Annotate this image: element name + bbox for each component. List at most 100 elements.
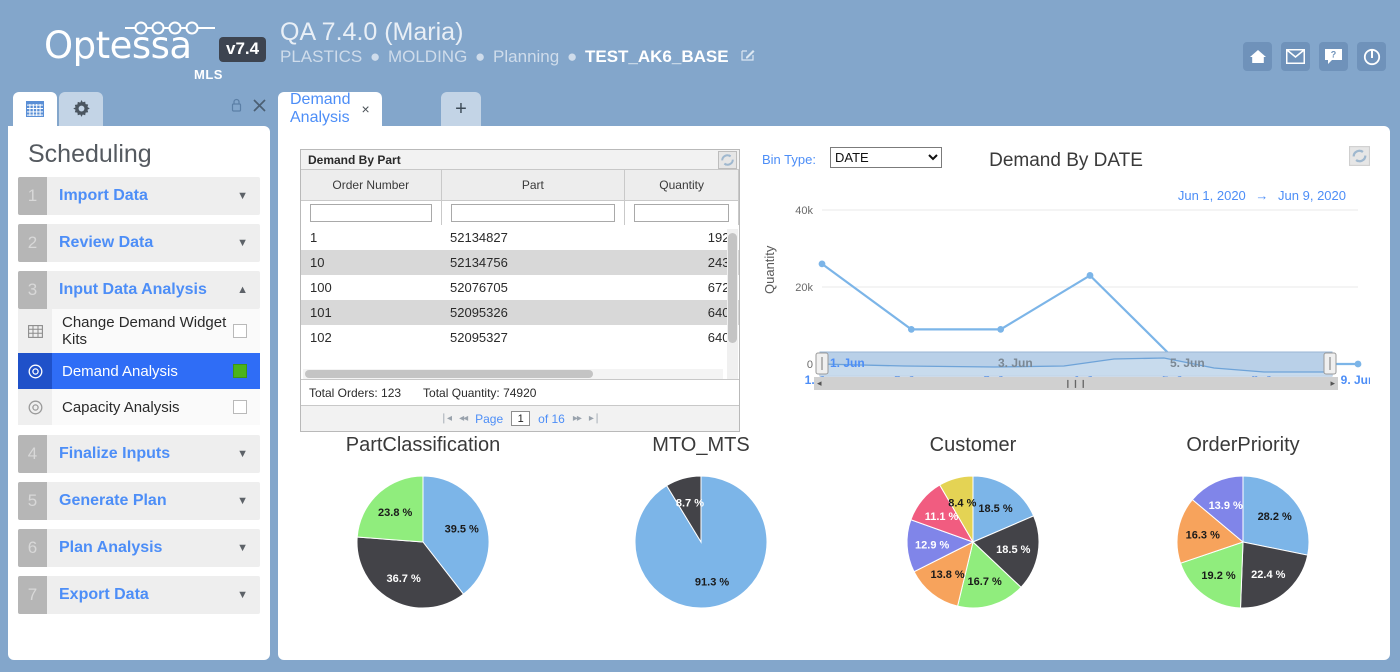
edit-scenario-icon[interactable]: [741, 49, 755, 65]
breadcrumb-item-scenario[interactable]: TEST_AK6_BASE: [585, 47, 729, 66]
step-number: 4: [18, 435, 47, 473]
sidebar-item-finalize-inputs[interactable]: 4 Finalize Inputs ▼: [18, 435, 260, 473]
power-icon[interactable]: [1357, 42, 1386, 71]
page-number-input[interactable]: [511, 411, 530, 426]
scroll-left-icon[interactable]: ◂: [817, 378, 822, 389]
sidebar-item-plan-analysis[interactable]: 6 Plan Analysis ▼: [18, 529, 260, 567]
next-page-icon[interactable]: ▸▸: [573, 413, 581, 424]
sidebar-item-generate-plan[interactable]: 5 Generate Plan ▼: [18, 482, 260, 520]
sidebar-item-change-demand-widget-kits[interactable]: Change Demand Widget Kits: [18, 309, 260, 353]
table-filter-row: [301, 200, 739, 225]
column-header-quantity[interactable]: Quantity: [625, 170, 739, 200]
breadcrumb-item-planning[interactable]: Planning: [493, 47, 559, 66]
range-to[interactable]: Jun 9, 2020: [1278, 188, 1346, 203]
close-icon[interactable]: ×: [361, 101, 369, 117]
sidebar-title: Scheduling: [18, 126, 260, 177]
status-checkbox[interactable]: [233, 400, 247, 414]
cell-quantity: 672: [625, 275, 739, 300]
pie-chart-row: PartClassification 39.5 %36.7 %23.8 % MT…: [278, 426, 1390, 660]
last-page-icon[interactable]: ▸❘: [589, 413, 600, 424]
step-number: 7: [18, 576, 47, 614]
tab-demand-analysis[interactable]: Demand Analysis ×: [278, 92, 382, 126]
svg-text:5. Jun: 5. Jun: [1170, 356, 1205, 370]
sidebar-sub-label: Capacity Analysis: [52, 399, 233, 416]
svg-text:13.8 %: 13.8 %: [930, 569, 964, 581]
help-icon[interactable]: ?: [1319, 42, 1348, 71]
table-row[interactable]: 100 52076705 672: [301, 275, 739, 300]
cell-quantity: 243: [625, 250, 739, 275]
table-row[interactable]: 102 52095327 640: [301, 325, 739, 350]
demand-by-date-chart-panel: Bin Type: DATE WEEK MONTH Demand By DATE…: [756, 144, 1376, 432]
table-row[interactable]: 10 52134756 243: [301, 250, 739, 275]
svg-text:18.5 %: 18.5 %: [978, 503, 1012, 515]
chevron-down-icon[interactable]: ▼: [237, 495, 260, 507]
page-label: Page: [475, 412, 503, 426]
grid-icon: [26, 101, 44, 117]
cell-order-number: 100: [301, 275, 441, 300]
svg-text:16.3 %: 16.3 %: [1186, 529, 1220, 541]
chevron-down-icon[interactable]: ▼: [237, 542, 260, 554]
svg-text:40k: 40k: [795, 205, 813, 217]
refresh-icon[interactable]: [1349, 146, 1370, 171]
table-vertical-scrollbar[interactable]: [727, 229, 738, 384]
chevron-down-icon[interactable]: ▼: [237, 589, 260, 601]
close-icon[interactable]: [253, 99, 266, 117]
pie-chart-mto-mts[interactable]: 91.3 %8.7 %: [626, 467, 776, 617]
sidebar-item-import-data[interactable]: 1 Import Data ▼: [18, 177, 260, 215]
breadcrumb-item-plastics[interactable]: PLASTICS: [280, 47, 362, 66]
plus-icon: +: [455, 99, 467, 119]
column-header-part[interactable]: Part: [441, 170, 625, 200]
target-icon: [18, 389, 52, 425]
cell-order-number: 101: [301, 300, 441, 325]
refresh-icon[interactable]: [718, 151, 737, 174]
home-icon[interactable]: [1243, 42, 1272, 71]
step-number: 1: [18, 177, 47, 215]
sidebar-item-capacity-analysis[interactable]: Capacity Analysis: [18, 389, 260, 425]
breadcrumb: PLASTICS ● MOLDING ● Planning ● TEST_AK6…: [280, 47, 755, 67]
chevron-up-icon[interactable]: ▲: [237, 284, 260, 296]
sidebar-item-export-data[interactable]: 7 Export Data ▼: [18, 576, 260, 614]
step-number: 3: [18, 271, 47, 309]
filter-input-part[interactable]: [451, 204, 616, 222]
svg-text:22.4 %: 22.4 %: [1251, 569, 1285, 581]
chevron-down-icon[interactable]: ▼: [237, 237, 260, 249]
status-checkbox[interactable]: [233, 324, 247, 338]
table-horizontal-scrollbar[interactable]: [303, 369, 723, 379]
scroll-right-icon[interactable]: ▸: [1330, 378, 1335, 389]
page-total-label: of 16: [538, 412, 565, 426]
chevron-down-icon[interactable]: ▼: [237, 448, 260, 460]
total-quantity: Total Quantity: 74920: [423, 386, 536, 400]
range-from[interactable]: Jun 1, 2020: [1178, 188, 1246, 203]
svg-text:36.7 %: 36.7 %: [387, 573, 421, 585]
chart-horizontal-scrollbar[interactable]: ◂ ❙❙❙ ▸: [814, 377, 1338, 390]
pie-chart-orderpriority[interactable]: 28.2 %22.4 %19.2 %16.3 %13.9 %: [1168, 467, 1318, 617]
sidebar-tab-grid[interactable]: [13, 92, 57, 126]
sidebar-item-demand-analysis[interactable]: Demand Analysis: [18, 353, 260, 389]
chart-navigator[interactable]: 1. Jun3. Jun5. Jun: [814, 350, 1338, 380]
sidebar-item-review-data[interactable]: 2 Review Data ▼: [18, 224, 260, 262]
table-row[interactable]: 1 52134827 192: [301, 225, 739, 250]
breadcrumb-item-molding[interactable]: MOLDING: [388, 47, 467, 66]
scroll-grip-icon[interactable]: ❙❙❙: [1064, 379, 1087, 388]
pie-chart-partclassification[interactable]: 39.5 %36.7 %23.8 %: [348, 467, 498, 617]
prev-page-icon[interactable]: ◂◂: [459, 413, 467, 424]
add-tab-button[interactable]: +: [441, 92, 481, 126]
table-totals: Total Orders: 123 Total Quantity: 74920: [301, 379, 739, 405]
step-label: Input Data Analysis: [47, 281, 237, 299]
status-checkbox[interactable]: [233, 364, 247, 378]
filter-input-order-number[interactable]: [310, 204, 432, 222]
demand-by-part-panel: Demand By Part Order Number Part Quantit…: [300, 149, 740, 432]
sidebar-tab-settings[interactable]: [59, 92, 103, 126]
mail-icon[interactable]: [1281, 42, 1310, 71]
table-row[interactable]: 101 52095326 640: [301, 300, 739, 325]
first-page-icon[interactable]: ❘◂: [440, 413, 451, 424]
filter-input-quantity[interactable]: [634, 204, 729, 222]
lock-icon[interactable]: [231, 98, 242, 117]
chevron-down-icon[interactable]: ▼: [237, 190, 260, 202]
svg-text:13.9 %: 13.9 %: [1209, 500, 1243, 512]
pie-chart-customer[interactable]: 18.5 %18.5 %16.7 %13.8 %12.9 %11.1 %8.4 …: [898, 467, 1048, 617]
column-header-order-number[interactable]: Order Number: [301, 170, 441, 200]
svg-text:1. Jun: 1. Jun: [830, 356, 865, 370]
sidebar-item-input-data-analysis[interactable]: 3 Input Data Analysis ▲: [18, 271, 260, 309]
svg-text:9. Jun: 9. Jun: [1341, 373, 1370, 387]
